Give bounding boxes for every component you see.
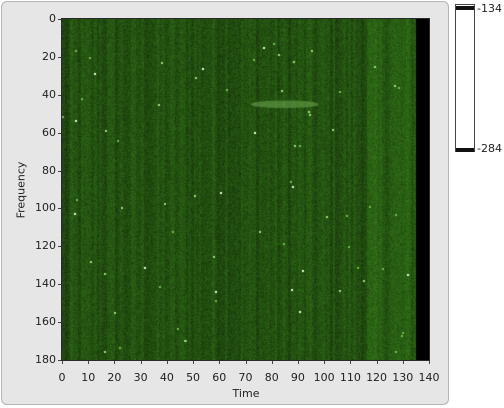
y-tick-mark — [58, 95, 61, 96]
color-scale-min-marker[interactable] — [456, 148, 474, 152]
x-tick-mark — [88, 361, 89, 364]
y-tick-mark — [58, 133, 61, 134]
y-tick-label: 40 — [42, 87, 56, 101]
x-tick-mark — [219, 361, 220, 364]
x-tick-mark — [167, 361, 168, 364]
x-tick-mark — [298, 361, 299, 364]
x-tick-mark — [62, 361, 63, 364]
y-tick-mark — [58, 19, 61, 20]
color-scale-ramp[interactable] — [455, 4, 475, 152]
x-tick-mark — [429, 361, 430, 364]
intensity-graph-plot-area[interactable] — [61, 18, 430, 361]
x-tick-label: 140 — [418, 371, 440, 384]
x-tick-mark — [272, 361, 273, 364]
y-axis-title: Frequency — [14, 161, 28, 219]
x-tick-mark — [350, 361, 351, 364]
y-tick-label: 140 — [35, 277, 56, 291]
y-tick-mark — [58, 171, 61, 172]
x-tick-mark — [114, 361, 115, 364]
y-tick-mark — [58, 57, 61, 58]
y-tick-mark — [58, 246, 61, 247]
y-tick-label: 80 — [42, 163, 56, 177]
y-tick-mark — [58, 322, 61, 323]
x-tick-mark — [193, 361, 194, 364]
y-tick-label: 120 — [35, 239, 56, 253]
x-tick-mark — [377, 361, 378, 364]
color-scale-max-marker[interactable] — [456, 6, 474, 10]
y-tick-label: 0 — [49, 12, 56, 25]
y-tick-mark — [58, 208, 61, 209]
color-scale-min-label: -284 — [477, 142, 502, 155]
x-tick-mark — [246, 361, 247, 364]
spectrogram-heatmap — [62, 19, 429, 360]
x-tick-mark — [403, 361, 404, 364]
y-tick-label: 60 — [42, 125, 56, 139]
y-tick-label: 100 — [35, 201, 56, 215]
color-scale-max-label: -134 — [477, 2, 502, 15]
y-tick-mark — [58, 360, 61, 361]
y-tick-label: 180 — [35, 353, 56, 366]
x-axis-title: Time — [232, 387, 260, 400]
y-tick-mark — [58, 284, 61, 285]
x-tick-mark — [141, 361, 142, 364]
x-tick-mark — [324, 361, 325, 364]
y-tick-label: 160 — [35, 315, 56, 329]
y-tick-label: 20 — [42, 49, 56, 63]
